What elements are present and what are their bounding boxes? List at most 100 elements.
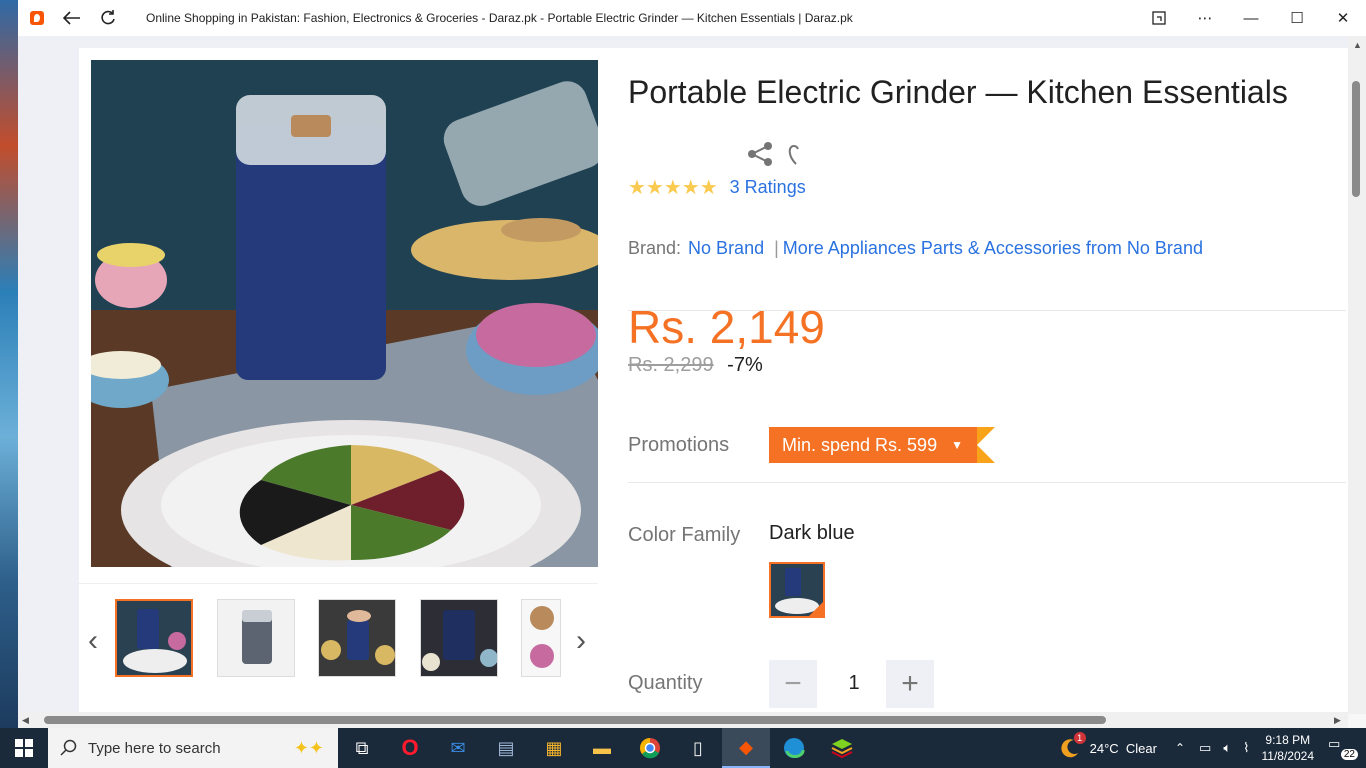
bluestacks-app[interactable] — [818, 728, 866, 768]
window-title: Online Shopping in Pakistan: Fashion, El… — [146, 11, 853, 25]
file-explorer-app[interactable]: ▬ — [578, 728, 626, 768]
network-icon[interactable]: ▭ — [1199, 740, 1211, 756]
thumbnail-image — [319, 600, 395, 676]
mail-app[interactable]: ✉ — [434, 728, 482, 768]
edge-app[interactable] — [770, 728, 818, 768]
thumbnail-5[interactable] — [521, 599, 561, 677]
close-button[interactable]: ✕ — [1320, 0, 1366, 36]
color-swatch-dark-blue[interactable] — [769, 562, 825, 618]
pc-app[interactable]: ▤ — [482, 728, 530, 768]
weather-button[interactable]: 1 — [1058, 732, 1086, 760]
minimize-icon: — — [1243, 9, 1259, 27]
scroll-right-icon[interactable]: ▶ — [1334, 715, 1341, 726]
product-title: Portable Electric Grinder — Kitchen Esse… — [628, 74, 1288, 110]
task-view-icon: ⧉ — [355, 737, 369, 758]
taskbar-search[interactable]: Type here to search ✦✦ — [48, 728, 338, 768]
thumbnail-4[interactable] — [420, 599, 498, 677]
thumbnail-image — [117, 601, 191, 675]
horizontal-scroll-thumb[interactable] — [44, 716, 1106, 724]
product-main-image[interactable] — [91, 60, 598, 567]
notification-center-button[interactable]: ▭ 22 — [1328, 736, 1358, 760]
notepad-app[interactable]: ▯ — [674, 728, 722, 768]
chrome-icon — [640, 738, 660, 759]
thumbnail-next-button[interactable]: › — [571, 624, 591, 658]
promotion-badge[interactable]: Min. spend Rs. 599 ▼ — [769, 427, 995, 463]
back-button[interactable] — [54, 0, 90, 36]
rating-stars: ★★★★★ — [628, 177, 718, 199]
ellipsis-icon: ⋯ — [1197, 10, 1213, 27]
thumbnail-2[interactable] — [217, 599, 295, 677]
promotion-tail — [976, 427, 995, 463]
ratings-link[interactable]: 3 Ratings — [730, 177, 806, 198]
opera-app[interactable]: O — [386, 728, 434, 768]
color-family-value: Dark blue — [769, 522, 855, 544]
grinder-photo — [91, 60, 598, 567]
close-icon: ✕ — [1336, 10, 1350, 27]
refresh-button[interactable] — [90, 0, 126, 36]
app-actions-button[interactable] — [1136, 0, 1182, 36]
folder-icon: ▬ — [593, 737, 611, 758]
vertical-scrollbar[interactable]: ▲ — [1348, 36, 1366, 714]
daraz-app[interactable]: ◆ — [722, 728, 770, 768]
product-price: Rs. 2,149 — [628, 301, 825, 353]
clock-time: 9:18 PM — [1265, 733, 1311, 747]
opera-icon: O — [401, 735, 419, 760]
clock[interactable]: 9:18 PM 11/8/2024 — [1262, 732, 1315, 764]
daraz-app-icon: ◆ — [739, 736, 753, 757]
thumbnail-1[interactable] — [115, 599, 193, 677]
search-icon — [60, 739, 77, 756]
original-price-row: Rs. 2,299 -7% — [628, 354, 763, 377]
weather-text[interactable]: 24°C Clear — [1090, 741, 1157, 756]
maximize-icon: ☐ — [1290, 10, 1304, 27]
brand-label: Brand: — [628, 238, 682, 258]
mail-icon: ✉ — [450, 737, 466, 758]
chat-bubble-icon: ▭ — [1328, 736, 1341, 751]
scroll-left-icon[interactable]: ◀ — [22, 715, 29, 726]
daraz-logo-icon — [30, 11, 44, 25]
document-icon: ▯ — [693, 737, 703, 758]
notification-count-badge: 22 — [1340, 749, 1358, 760]
more-options-button[interactable]: ⋯ — [1182, 0, 1228, 36]
arrow-left-icon — [63, 11, 80, 25]
thumbnail-3[interactable] — [318, 599, 396, 677]
weather-alert-badge: 1 — [1073, 732, 1086, 744]
windows-taskbar: Type here to search ✦✦ ⧉ O ✉ ▤ ▦ ▬ ▯ ◆ 1… — [0, 728, 1366, 768]
thumbnail-prev-button[interactable]: ‹ — [83, 624, 103, 658]
minimize-button[interactable]: — — [1228, 0, 1274, 36]
sparkle-icon: ✦✦ — [293, 737, 324, 758]
promotion-text: Min. spend Rs. 599 — [782, 434, 938, 455]
layers-icon — [831, 739, 853, 759]
brand-row: Brand: No Brand | More Appliances Parts … — [628, 238, 1203, 259]
chrome-app[interactable] — [626, 728, 674, 768]
browser-window: Online Shopping in Pakistan: Fashion, El… — [18, 0, 1366, 728]
scroll-up-icon[interactable]: ▲ — [1353, 40, 1362, 50]
promotions-label: Promotions — [628, 434, 730, 456]
thumbnail-image — [218, 600, 294, 676]
quantity-increase-button[interactable]: + — [886, 660, 934, 708]
quantity-decrease-button[interactable]: − — [769, 660, 817, 708]
caret-down-icon: ▼ — [951, 438, 963, 452]
search-placeholder: Type here to search — [88, 739, 221, 757]
start-button[interactable] — [0, 728, 48, 768]
share-icon[interactable] — [746, 140, 774, 168]
original-price: Rs. 2,299 — [628, 354, 714, 376]
task-view-button[interactable]: ⧉ — [338, 728, 386, 768]
system-tray: 1 24°C Clear ⌃ ▭ 🔈︎ ⌇ 9:18 PM 11/8/2024 … — [1058, 728, 1366, 768]
brand-link[interactable]: No Brand — [688, 238, 764, 259]
wishlist-heart-icon[interactable] — [786, 140, 806, 168]
maximize-button[interactable]: ☐ — [1274, 0, 1320, 36]
more-from-brand-link[interactable]: More Appliances Parts & Accessories from… — [783, 238, 1203, 259]
show-hidden-icons-icon[interactable]: ⌃ — [1175, 741, 1185, 755]
wifi-icon[interactable]: ⌇ — [1243, 740, 1249, 756]
windows-logo-icon — [15, 739, 33, 757]
desktop-background — [0, 0, 18, 728]
store-app[interactable]: ▦ — [530, 728, 578, 768]
vertical-scroll-thumb[interactable] — [1352, 81, 1360, 197]
site-favicon — [18, 0, 54, 36]
volume-icon[interactable]: 🔈︎ — [1223, 740, 1231, 756]
brand-separator: | — [774, 238, 779, 258]
horizontal-scrollbar[interactable]: ◀ ▶ — [18, 712, 1348, 728]
thumbnail-strip: ‹ › — [79, 583, 598, 683]
quantity-value[interactable]: 1 — [848, 672, 860, 695]
color-family-label: Color Family — [628, 524, 741, 546]
